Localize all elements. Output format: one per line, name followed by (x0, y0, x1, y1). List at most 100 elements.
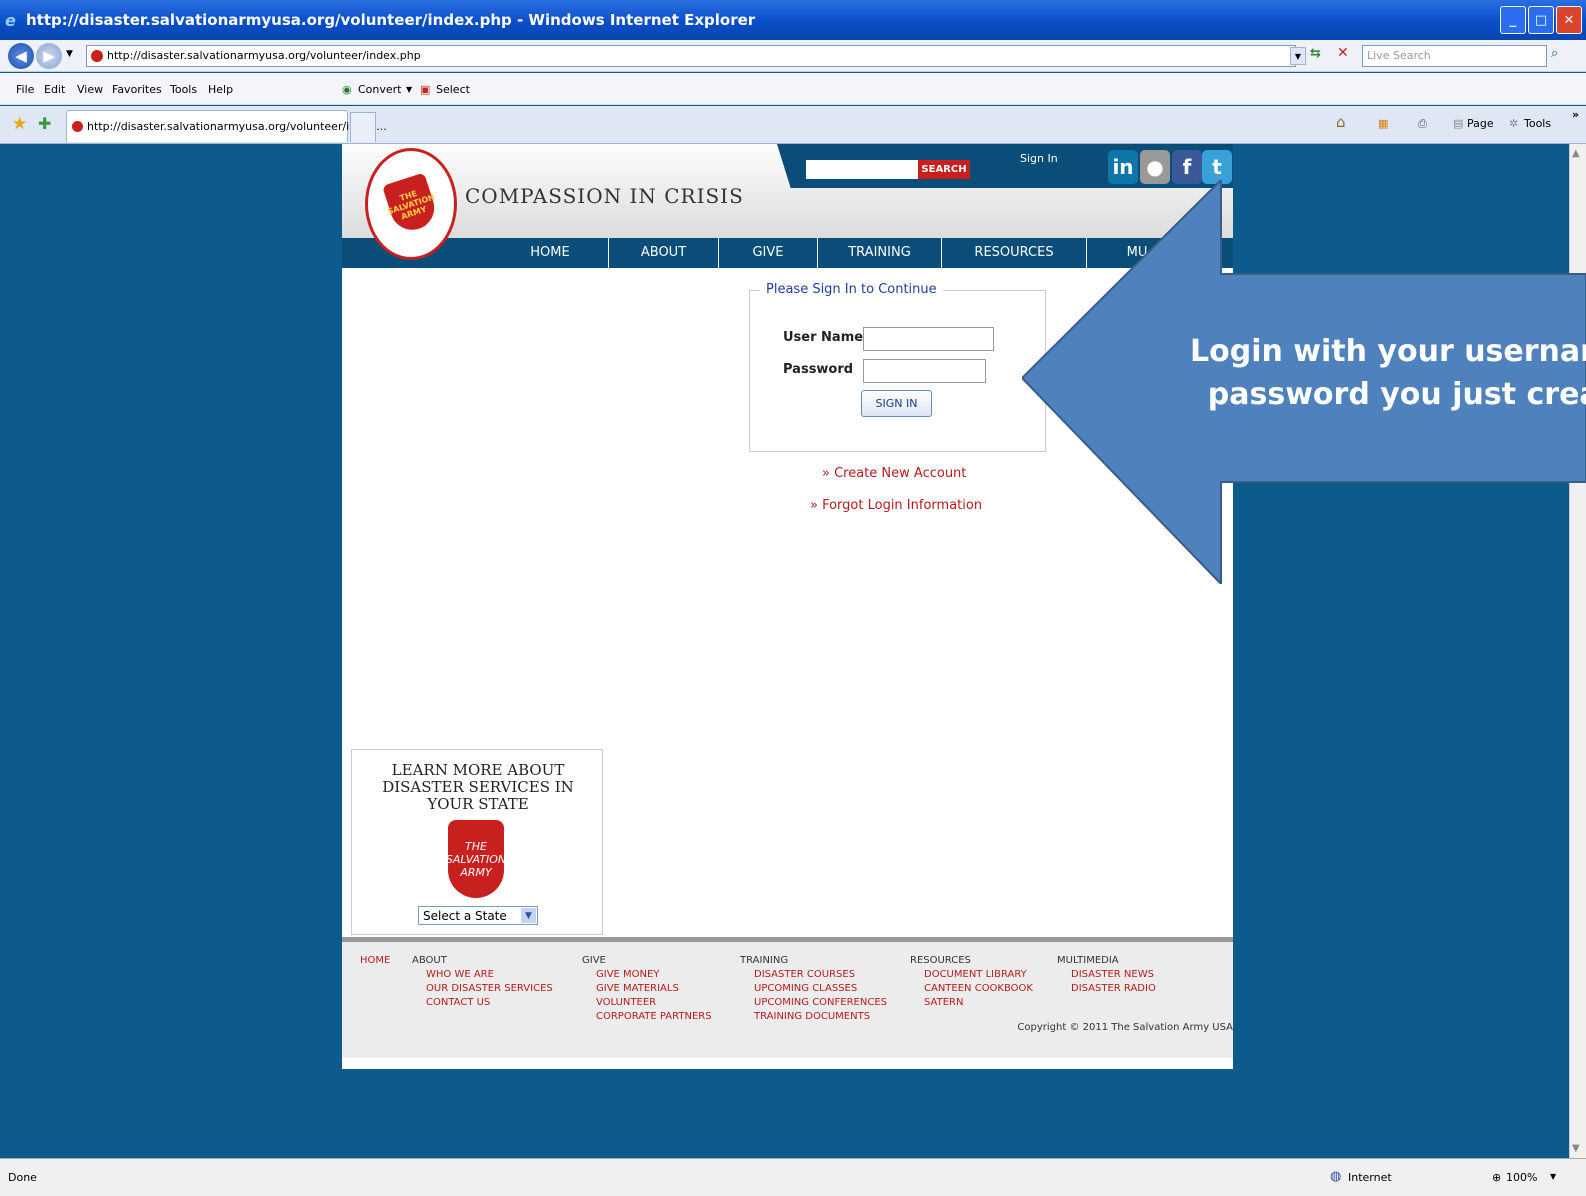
url-field[interactable]: http://disaster.salvationarmyusa.org/vol… (86, 45, 1296, 67)
print-icon[interactable]: ⎙ (1418, 117, 1427, 131)
footer-home[interactable]: HOME (360, 954, 390, 968)
menu-file[interactable]: File (16, 83, 34, 96)
globe-icon: ◍ (1330, 1169, 1342, 1184)
footer-resources[interactable]: RESOURCES (910, 954, 1033, 968)
history-dropdown-icon[interactable]: ▼ (66, 49, 73, 59)
feeds-icon[interactable]: ▦ (1378, 117, 1388, 130)
security-zone: Internet (1348, 1171, 1392, 1184)
sign-in-link[interactable]: Sign In (1020, 152, 1058, 165)
menu-favorites[interactable]: Favorites (112, 83, 162, 96)
site-search-button[interactable]: SEARCH (918, 160, 970, 179)
forgot-login-link[interactable]: » Forgot Login Information (810, 498, 982, 513)
footer-link[interactable]: DISASTER NEWS (1057, 968, 1156, 982)
footer-col-give: GIVE GIVE MONEY GIVE MATERIALS VOLUNTEER… (582, 954, 712, 1024)
nav-training[interactable]: TRAINING (818, 238, 942, 268)
password-label: Password (783, 362, 854, 377)
tools-menu[interactable]: Tools (1524, 117, 1551, 130)
new-tab-button[interactable] (350, 112, 376, 142)
back-button[interactable]: ◀ (8, 43, 34, 69)
twitter-icon[interactable]: t (1202, 150, 1232, 184)
footer-multimedia[interactable]: MULTIMEDIA (1057, 954, 1156, 968)
zoom-level[interactable]: 100% (1506, 1171, 1537, 1184)
footer-col-about: ABOUT WHO WE ARE OUR DISASTER SERVICES C… (412, 954, 553, 1010)
tab-title: http://disaster.salvationarmyusa.org/vol… (87, 120, 387, 133)
nav-home[interactable]: HOME (492, 238, 609, 268)
footer-link[interactable]: GIVE MATERIALS (582, 982, 712, 996)
footer-link[interactable]: OUR DISASTER SERVICES (412, 982, 553, 996)
convert-dropdown-icon[interactable]: ▼ (406, 85, 412, 94)
favicon-icon (91, 50, 103, 62)
zoom-dropdown-icon[interactable]: ▼ (1550, 1172, 1556, 1181)
status-bar: Done ◍ Internet ⊕ 100% ▼ (0, 1158, 1586, 1196)
gear-icon: ✲ (1509, 117, 1519, 130)
state-select-value: Select a State (423, 909, 507, 923)
ie-logo-icon: e (5, 11, 16, 30)
site-tagline: COMPASSION IN CRISIS (465, 184, 744, 208)
username-field[interactable] (863, 327, 994, 351)
footer-link[interactable]: UPCOMING CLASSES (740, 982, 887, 996)
close-button[interactable]: ✕ (1556, 6, 1582, 34)
menu-view[interactable]: View (77, 83, 103, 96)
refresh-icon[interactable]: ⇆ (1310, 46, 1321, 61)
footer-link[interactable]: TRAINING DOCUMENTS (740, 1010, 887, 1024)
url-dropdown-icon[interactable]: ▼ (1290, 47, 1306, 65)
callout-line-2: password you just creat (1207, 377, 1586, 412)
tab-active[interactable]: http://disaster.salvationarmyusa.org/vol… (66, 110, 387, 142)
add-favorites-icon[interactable]: ✚ (38, 114, 51, 133)
zoom-icon: ⊕ (1492, 1171, 1502, 1184)
chevron-more-icon[interactable]: » (1572, 108, 1579, 121)
menu-tools[interactable]: Tools (170, 83, 197, 96)
site-footer: HOME ABOUT WHO WE ARE OUR DISASTER SERVI… (342, 937, 1233, 1058)
podcast-icon[interactable]: ● (1140, 150, 1170, 184)
footer-link[interactable]: GIVE MONEY (582, 968, 712, 982)
footer-about[interactable]: ABOUT (412, 954, 553, 968)
footer-link[interactable]: WHO WE ARE (412, 968, 553, 982)
menu-edit[interactable]: Edit (44, 83, 65, 96)
site-logo[interactable]: THE SALVATION ARMY (365, 148, 457, 260)
footer-link[interactable]: SATERN (910, 996, 1033, 1010)
footer-link[interactable]: CORPORATE PARTNERS (582, 1010, 712, 1024)
create-account-link[interactable]: » Create New Account (822, 466, 966, 481)
site-search-input[interactable] (806, 160, 918, 179)
search-icon[interactable]: ⌕ (1551, 46, 1558, 61)
footer-link[interactable]: DISASTER COURSES (740, 968, 887, 982)
state-finder-box: LEARN MORE ABOUT DISASTER SERVICES IN YO… (351, 749, 603, 935)
footer-link[interactable]: UPCOMING CONFERENCES (740, 996, 887, 1010)
facebook-icon[interactable]: f (1172, 150, 1202, 184)
tab-favicon-icon (72, 121, 83, 132)
form-legend: Please Sign In to Continue (760, 282, 943, 297)
home-icon[interactable]: ⌂ (1336, 113, 1346, 131)
footer-link[interactable]: DISASTER RADIO (1057, 982, 1156, 996)
footer-link[interactable]: VOLUNTEER (582, 996, 712, 1010)
select-button[interactable]: Select (436, 83, 470, 96)
scroll-down-icon[interactable]: ▼ (1572, 1143, 1580, 1154)
nav-give[interactable]: GIVE (719, 238, 818, 268)
menu-help[interactable]: Help (208, 83, 233, 96)
scroll-up-icon[interactable]: ▲ (1572, 148, 1580, 159)
minimize-button[interactable]: _ (1500, 6, 1526, 34)
linkedin-icon[interactable]: in (1108, 150, 1138, 184)
stop-icon[interactable]: ✕ (1337, 45, 1349, 61)
chevron-down-icon: ▼ (521, 908, 536, 923)
footer-link[interactable]: CONTACT US (412, 996, 553, 1010)
state-select[interactable]: Select a State ▼ (418, 906, 538, 925)
sign-in-button[interactable]: SIGN IN (861, 390, 932, 417)
maximize-button[interactable]: □ (1528, 6, 1554, 34)
nav-about[interactable]: ABOUT (609, 238, 719, 268)
favorites-star-icon[interactable]: ★ (12, 114, 27, 134)
window-titlebar: e http://disaster.salvationarmyusa.org/v… (0, 0, 1586, 40)
footer-training[interactable]: TRAINING (740, 954, 887, 968)
search-placeholder: Live Search (1367, 49, 1431, 62)
username-label: User Name (783, 330, 864, 345)
footer-link[interactable]: DOCUMENT LIBRARY (910, 968, 1033, 982)
address-bar: ◀ ▶ ▼ http://disaster.salvationarmyusa.o… (0, 40, 1586, 72)
copyright: Copyright © 2011 The Salvation Army USA (1017, 1022, 1233, 1033)
seal-shield: THE SALVATION ARMY (382, 172, 440, 236)
convert-button[interactable]: Convert (358, 83, 402, 96)
page-menu[interactable]: Page (1467, 117, 1494, 130)
live-search-input[interactable]: Live Search (1362, 45, 1547, 67)
footer-link[interactable]: CANTEEN COOKBOOK (910, 982, 1033, 996)
footer-give[interactable]: GIVE (582, 954, 712, 968)
password-field[interactable] (863, 359, 986, 383)
forward-button[interactable]: ▶ (36, 43, 62, 69)
